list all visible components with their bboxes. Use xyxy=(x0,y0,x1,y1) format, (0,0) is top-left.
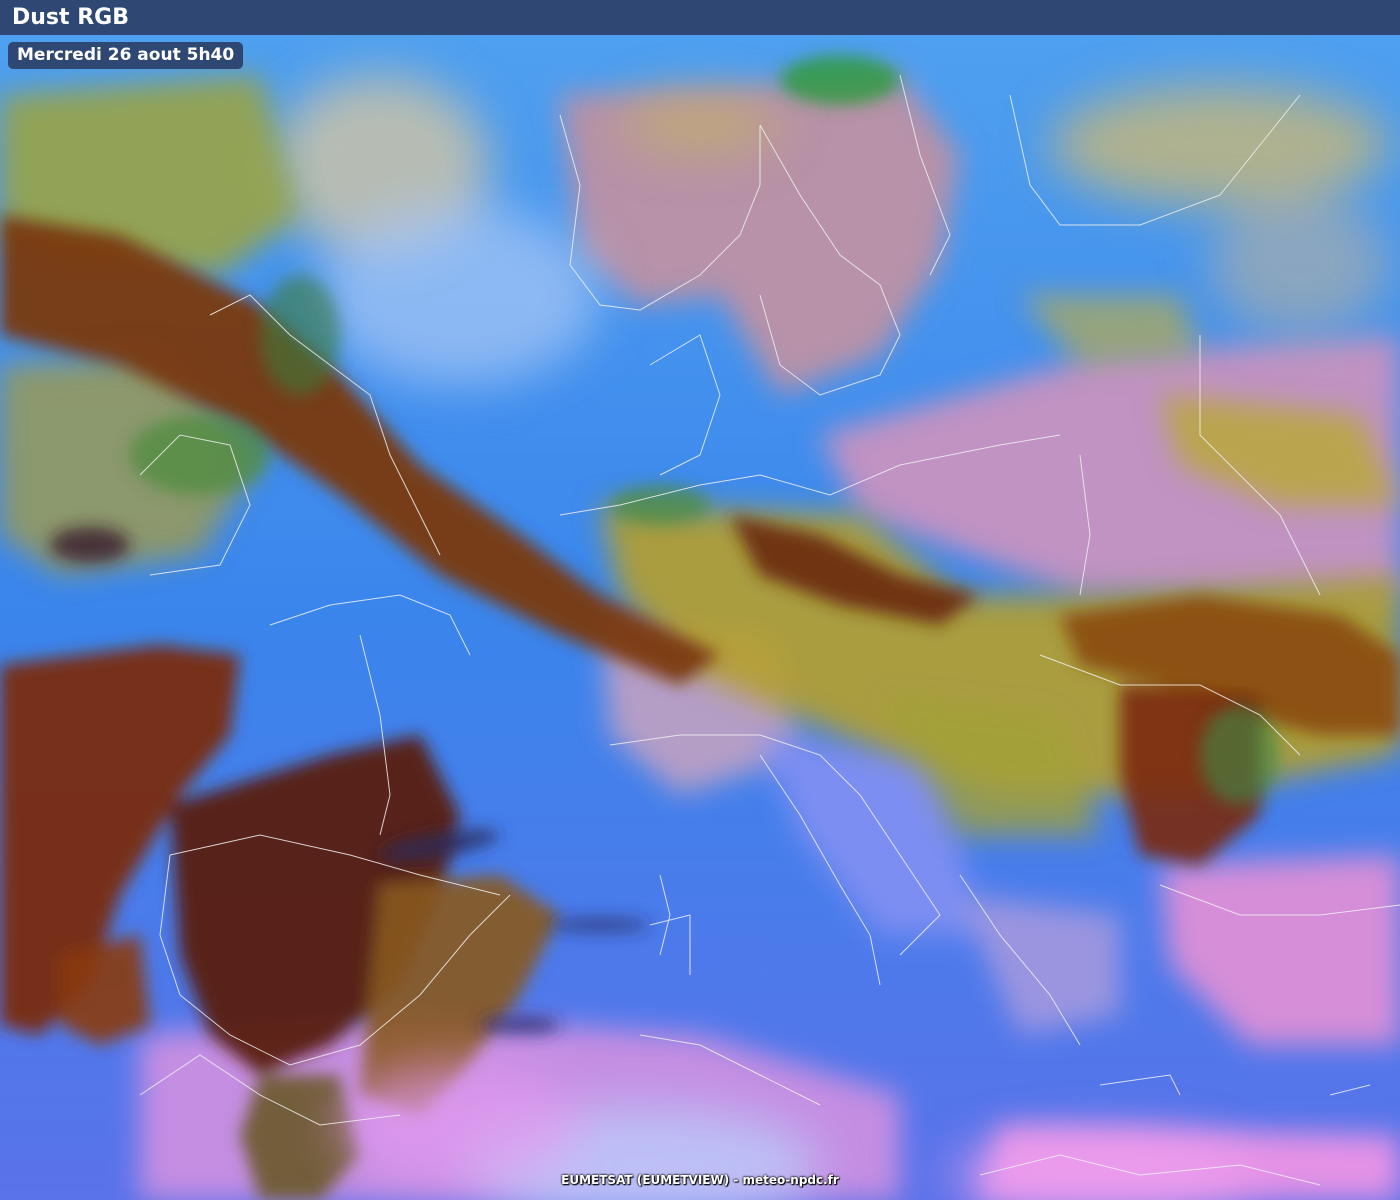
title-bar: Dust RGB xyxy=(0,0,1400,35)
page-title: Dust RGB xyxy=(12,5,129,30)
satellite-map[interactable] xyxy=(0,35,1400,1200)
satellite-image xyxy=(0,35,1400,1200)
image-credit: EUMETSAT (EUMETVIEW) - meteo-npdc.fr xyxy=(561,1173,839,1187)
timestamp-badge: Mercredi 26 aout 5h40 xyxy=(8,42,244,69)
